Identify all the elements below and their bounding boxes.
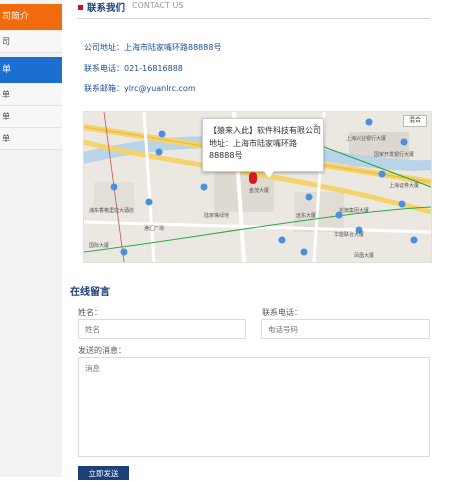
close-icon[interactable]: × — [312, 121, 319, 130]
sidebar-item-label: 单 — [2, 112, 10, 121]
contact-email[interactable]: 联系邮箱：ylrc@yuanlrc.com — [84, 83, 196, 94]
svg-text:上海证券大厦: 上海证券大厦 — [389, 182, 419, 189]
sidebar-item-label: 司 — [2, 37, 10, 46]
phone-input[interactable] — [261, 319, 430, 339]
form-title: 在线留言 — [70, 287, 110, 298]
section-title: 联系我们 — [87, 3, 126, 14]
svg-text:国际大厦: 国际大厦 — [89, 242, 109, 249]
contact-address: 公司地址：上海市陆家嘴环路88888号 — [84, 43, 222, 52]
svg-text:浦东香格里拉大酒店: 浦东香格里拉大酒店 — [89, 207, 134, 214]
svg-text:华能联合大厦: 华能联合大厦 — [334, 231, 364, 238]
map-type-button[interactable]: 混合 — [403, 115, 427, 127]
left-sidebar: 司简介 司 单 单 单 单 — [0, 0, 62, 477]
name-input[interactable] — [78, 319, 246, 339]
contact-phone: 联系电话：021-16816888 — [84, 64, 183, 73]
section-subtitle: CONTACT US — [132, 1, 184, 10]
map-info-window: 【猿来入此】软件科技有限公司 地址：上海市陆家嘴环路 88888号 × — [202, 118, 324, 172]
submit-button[interactable]: 立即发送 — [78, 466, 129, 480]
sidebar-item-label: 单 — [2, 65, 12, 75]
sidebar-item-about[interactable]: 司简介 — [0, 4, 62, 30]
svg-text:凤凰大厦: 凤凰大厦 — [354, 252, 374, 259]
sidebar-item-label: 司简介 — [2, 12, 30, 22]
message-textarea[interactable] — [78, 357, 430, 457]
svg-text:金茂大厦: 金茂大厦 — [249, 187, 269, 194]
sidebar-item-label: 单 — [2, 134, 10, 143]
name-label: 姓名： — [78, 308, 102, 317]
sidebar-item-menu-3[interactable]: 单 — [0, 128, 62, 150]
sidebar-item-label: 单 — [2, 90, 10, 99]
popup-address-line-1: 地址：上海市陆家嘴环路 — [209, 139, 297, 148]
section-header: 联系我们 CONTACT US — [77, 0, 430, 19]
location-marker-icon[interactable] — [249, 172, 257, 184]
popup-company: 【猿来入此】软件科技有限公司 — [209, 126, 321, 135]
svg-text:国家开发银行大厦: 国家开发银行大厦 — [374, 151, 414, 158]
sidebar-item-menu-2[interactable]: 单 — [0, 106, 62, 128]
svg-text:远东大厦: 远东大厦 — [296, 212, 316, 219]
sidebar-item-sub[interactable]: 司 — [0, 31, 62, 53]
bullet-icon — [78, 5, 83, 10]
svg-text:港汇广场: 港汇广场 — [144, 225, 164, 232]
phone-label: 联系电话： — [262, 308, 302, 317]
sidebar-item-menu-1[interactable]: 单 — [0, 84, 62, 106]
sidebar-item-menu[interactable]: 单 — [0, 57, 62, 83]
svg-text:上海兴业银行大厦: 上海兴业银行大厦 — [346, 135, 386, 142]
popup-pointer — [263, 170, 275, 178]
message-label: 发送的消息： — [78, 346, 126, 355]
svg-text:花旗集团大厦: 花旗集团大厦 — [339, 207, 369, 214]
svg-text:陆家嘴绿地: 陆家嘴绿地 — [204, 212, 229, 219]
popup-address-line-2: 88888号 — [209, 151, 243, 160]
